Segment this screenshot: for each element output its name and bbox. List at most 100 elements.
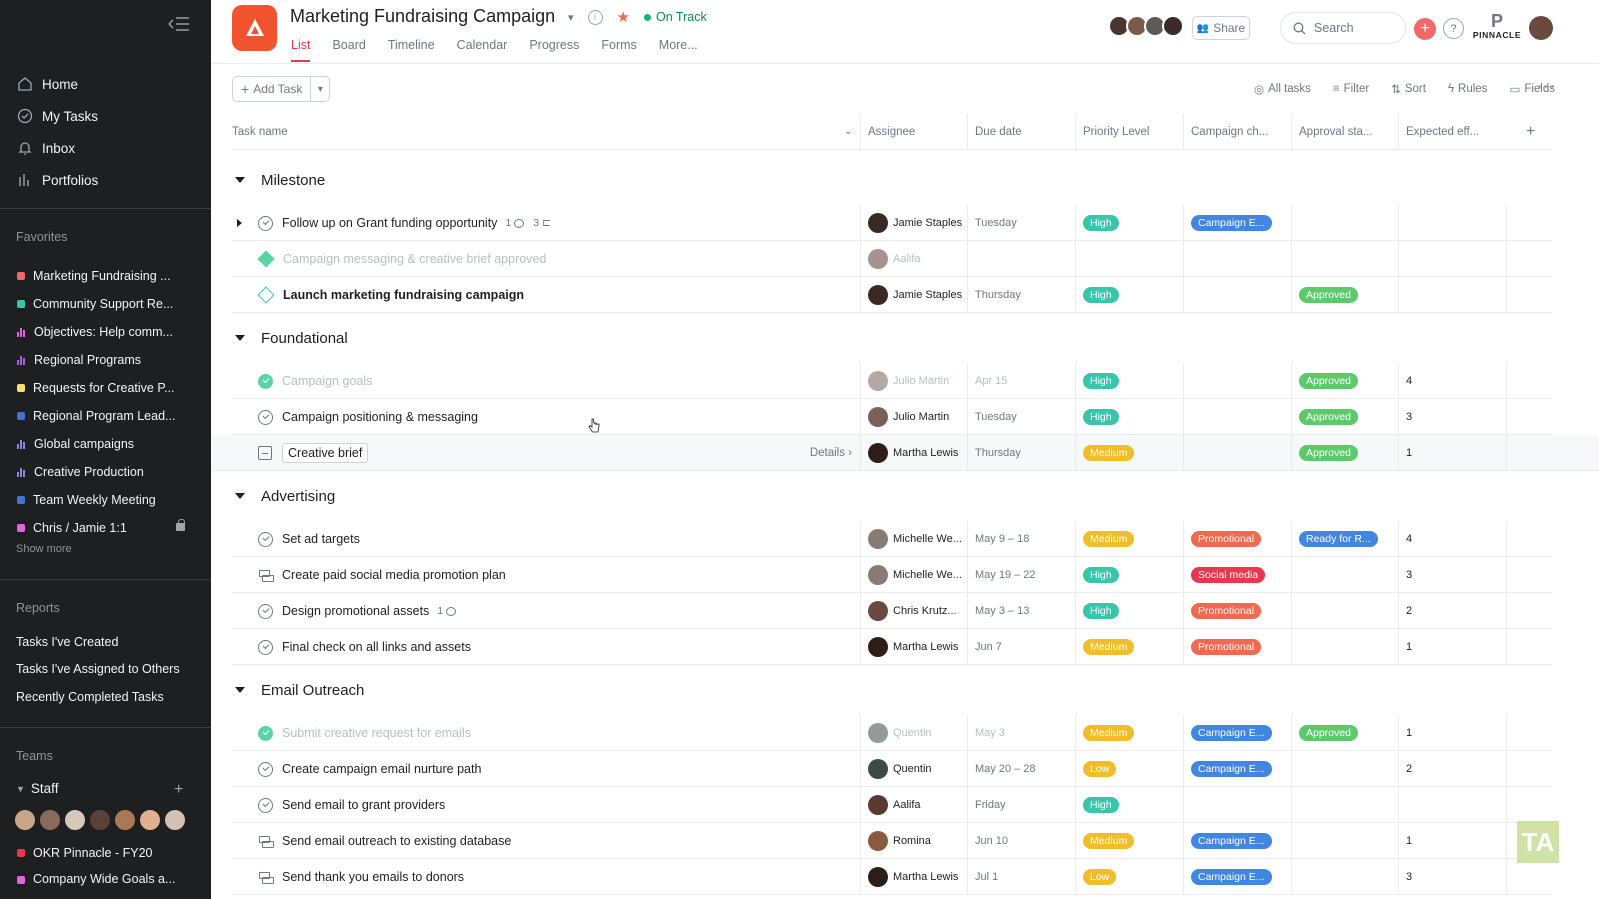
campaign-cell[interactable]	[1183, 399, 1291, 435]
priority-cell[interactable]: Medium	[1075, 823, 1183, 859]
filter-button[interactable]: ≡ Filter	[1333, 82, 1369, 96]
column-header-priority-level[interactable]: Priority Level	[1075, 114, 1183, 150]
column-header-assignee[interactable]: Assignee	[860, 114, 967, 150]
details-link[interactable]: Details ›	[810, 447, 852, 459]
assignee-cell[interactable]: Aalifa	[860, 241, 967, 277]
table-row[interactable]: Send email outreach to existing database…	[232, 823, 1552, 859]
task-name-cell[interactable]: Set ad targets	[232, 521, 860, 557]
effort-cell[interactable]	[1398, 205, 1506, 241]
chevron-down-icon[interactable]: ▾	[311, 84, 329, 95]
due-date-cell[interactable]: Apr 15	[967, 363, 1075, 399]
table-row[interactable]: Create paid social media promotion plan M…	[232, 557, 1552, 593]
priority-cell[interactable]: High	[1075, 787, 1183, 823]
nav-item-my-tasks[interactable]: My Tasks	[0, 100, 211, 132]
campaign-cell[interactable]	[1183, 363, 1291, 399]
due-date-cell[interactable]: Friday	[967, 787, 1075, 823]
column-header-approval-sta[interactable]: Approval sta...	[1291, 114, 1398, 150]
campaign-cell[interactable]: Campaign E...	[1183, 715, 1291, 751]
approval-cell[interactable]	[1291, 557, 1398, 593]
avatar[interactable]	[89, 809, 111, 831]
project-members[interactable]	[1108, 15, 1184, 37]
assignee-cell[interactable]: Martha Lewis	[860, 435, 967, 471]
task-name-cell[interactable]: Send email outreach to existing database	[232, 823, 860, 859]
tab-forms[interactable]: Forms	[601, 38, 636, 62]
effort-cell[interactable]: 3	[1398, 859, 1506, 895]
approval-cell[interactable]	[1291, 241, 1398, 277]
task-name[interactable]: Creative brief	[282, 443, 369, 463]
effort-cell[interactable]	[1398, 787, 1506, 823]
due-date-cell[interactable]: Tuesday	[967, 205, 1075, 241]
due-date-cell[interactable]: Jun 7	[967, 629, 1075, 665]
due-date-cell[interactable]: May 9 – 18	[967, 521, 1075, 557]
complete-checkbox-icon[interactable]	[258, 797, 273, 813]
approval-cell[interactable]	[1291, 823, 1398, 859]
due-date-cell[interactable]: May 20 – 28	[967, 751, 1075, 787]
add-team-member-icon[interactable]: +	[174, 781, 183, 799]
table-row[interactable]: Campaign goals Julio Martin Apr 15 High Appr…	[232, 363, 1552, 399]
approval-cell[interactable]: Approved	[1291, 715, 1398, 751]
approval-cell[interactable]	[1291, 205, 1398, 241]
caret-down-icon[interactable]	[235, 335, 245, 341]
table-row[interactable]: Create campaign email nurture path Quenti…	[232, 751, 1552, 787]
effort-cell[interactable]: 1	[1398, 715, 1506, 751]
assignee-cell[interactable]: Julio Martin	[860, 363, 967, 399]
tab-timeline[interactable]: Timeline	[388, 38, 435, 62]
table-row[interactable]: Set ad targets Michelle We... May 9 – 18 Me…	[232, 521, 1552, 557]
avatar[interactable]	[39, 809, 61, 831]
table-row[interactable]: Send thank you emails to donors Martha Le…	[232, 859, 1552, 895]
effort-cell[interactable]: 4	[1398, 363, 1506, 399]
effort-cell[interactable]	[1398, 277, 1506, 313]
due-date-cell[interactable]: May 3 – 13	[967, 593, 1075, 629]
project-status[interactable]: On Track	[643, 10, 707, 24]
task-name-cell[interactable]: Final check on all links and assets	[232, 629, 860, 665]
priority-cell[interactable]: Low	[1075, 751, 1183, 787]
task-name-cell[interactable]: Create campaign email nurture path	[232, 751, 860, 787]
due-date-cell[interactable]: May 3	[967, 715, 1075, 751]
chevron-down-icon[interactable]: ⌄	[844, 114, 852, 150]
effort-cell[interactable]: 1	[1398, 823, 1506, 859]
report-tasks-created[interactable]: Tasks I've Created	[16, 635, 118, 649]
effort-cell[interactable]: 2	[1398, 751, 1506, 787]
table-row[interactable]: Design promotional assets 1 Chris Krutz...…	[232, 593, 1552, 629]
favorite-item[interactable]: Regional Program Lead...	[0, 402, 211, 430]
tab-more[interactable]: More...	[659, 38, 698, 62]
priority-cell[interactable]: Medium	[1075, 715, 1183, 751]
report-recently-completed[interactable]: Recently Completed Tasks	[16, 690, 164, 704]
task-name-cell[interactable]: Follow up on Grant funding opportunity 1 3…	[232, 205, 860, 241]
help-icon[interactable]: ?	[1443, 18, 1464, 39]
due-date-cell[interactable]: Jun 10	[967, 823, 1075, 859]
assignee-cell[interactable]: Michelle We...	[860, 521, 967, 557]
approval-cell[interactable]: Approved	[1291, 399, 1398, 435]
project-title[interactable]: Marketing Fundraising Campaign	[290, 6, 555, 27]
avatar[interactable]	[114, 809, 136, 831]
complete-checkbox-icon[interactable]	[258, 639, 273, 655]
priority-cell[interactable]: Medium	[1075, 521, 1183, 557]
caret-down-icon[interactable]	[235, 687, 245, 693]
all-tasks-filter[interactable]: ◎ All tasks	[1254, 82, 1311, 96]
table-row[interactable]: Launch marketing fundraising campaign Jam…	[232, 277, 1552, 313]
nav-item-inbox[interactable]: Inbox	[0, 132, 211, 164]
effort-cell[interactable]: 3	[1398, 557, 1506, 593]
show-more-link[interactable]: Show more	[16, 543, 72, 555]
column-header-campaign-ch[interactable]: Campaign ch...	[1183, 114, 1291, 150]
task-name-cell[interactable]: Campaign goals	[232, 363, 860, 399]
effort-cell[interactable]: 4	[1398, 521, 1506, 557]
assignee-cell[interactable]: Jamie Staples	[860, 205, 967, 241]
campaign-cell[interactable]	[1183, 277, 1291, 313]
due-date-cell[interactable]: Jul 1	[967, 859, 1075, 895]
complete-checkbox-icon[interactable]	[258, 373, 273, 389]
favorite-item[interactable]: Creative Production	[0, 458, 211, 486]
due-date-cell[interactable]	[967, 241, 1075, 277]
add-task-main[interactable]: + Add Task	[233, 77, 312, 101]
campaign-cell[interactable]: Campaign E...	[1183, 823, 1291, 859]
tab-board[interactable]: Board	[332, 38, 365, 62]
assignee-cell[interactable]: Quentin	[860, 751, 967, 787]
tab-progress[interactable]: Progress	[529, 38, 579, 62]
project-icon[interactable]	[232, 5, 277, 51]
complete-checkbox-icon[interactable]	[258, 409, 273, 425]
assignee-cell[interactable]: Martha Lewis	[860, 629, 967, 665]
tab-calendar[interactable]: Calendar	[457, 38, 508, 62]
caret-down-icon[interactable]	[235, 177, 245, 183]
avatar[interactable]	[139, 809, 161, 831]
campaign-cell[interactable]	[1183, 435, 1291, 471]
